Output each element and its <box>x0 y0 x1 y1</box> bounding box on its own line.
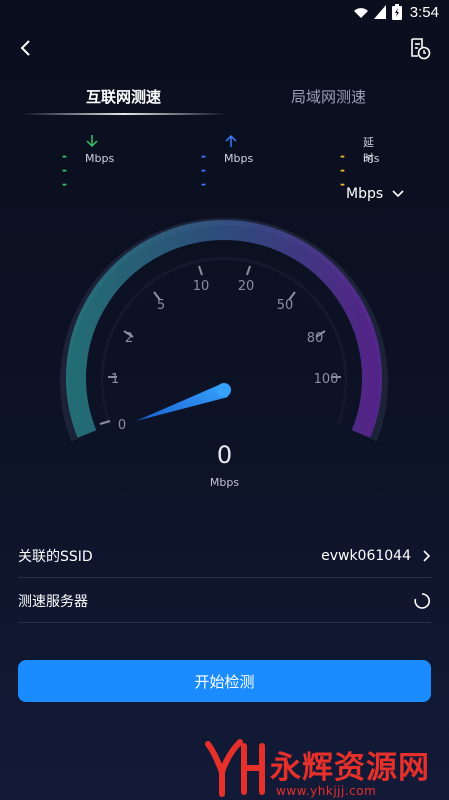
download-unit: Mbps <box>85 152 115 165</box>
watermark-url: www.yhkjjj.com <box>276 784 377 798</box>
chevron-right-icon <box>423 549 431 562</box>
current-speed-value: 0 <box>216 441 233 469</box>
chevron-left-icon <box>20 40 30 56</box>
server-row[interactable]: 测速服务器 <box>18 579 431 623</box>
latency-value: --- <box>340 149 345 191</box>
back-button[interactable] <box>14 36 38 60</box>
history-button[interactable] <box>409 38 433 62</box>
yh-logo-icon <box>205 739 265 797</box>
down-arrow-icon <box>86 135 98 148</box>
tab-lan-speed[interactable]: 局域网测速 <box>291 86 366 107</box>
chevron-down-icon <box>392 190 404 198</box>
tick-label: 2 <box>125 331 133 346</box>
watermark-text: 永辉资源网 <box>270 750 430 786</box>
battery-icon <box>391 4 402 20</box>
tick-label: 0 <box>118 418 126 433</box>
tick-label: 20 <box>238 279 255 294</box>
download-value: --- <box>62 149 67 191</box>
active-tab-indicator <box>22 113 226 115</box>
tick-label: 5 <box>157 298 165 313</box>
tick-label: 10 <box>193 279 210 294</box>
signal-icon <box>353 8 368 18</box>
current-speed-unit: Mbps <box>209 476 240 489</box>
gauge-arc <box>66 220 382 438</box>
up-arrow-icon <box>225 134 237 147</box>
upload-value: --- <box>201 149 206 191</box>
history-icon <box>411 38 431 60</box>
status-bar: 3:54 <box>0 0 449 24</box>
tick-label: 50 <box>277 298 294 313</box>
gauge-needle <box>136 383 231 421</box>
loading-spinner-icon <box>414 592 430 609</box>
tick-label: 80 <box>307 331 324 346</box>
tab-internet-speed[interactable]: 互联网测速 <box>86 86 161 107</box>
start-test-button[interactable]: 开始检测 <box>18 660 431 702</box>
upload-unit: Mbps <box>224 152 254 165</box>
watermark-logo: 永辉资源网 www.yhkjjj.com <box>196 738 449 800</box>
tick-label: 1 <box>111 372 119 387</box>
tick-label: 100 <box>314 372 339 387</box>
server-label: 测速服务器 <box>18 593 88 610</box>
ssid-value: evwk061044 <box>321 547 411 564</box>
status-time: 3:54 <box>409 3 439 21</box>
ssid-label: 关联的SSID <box>18 548 93 565</box>
ssid-row[interactable]: 关联的SSID evwk061044 <box>18 534 431 578</box>
latency-unit: ms <box>363 152 380 165</box>
speed-gauge: 0 1 2 5 10 20 50 80 100 <box>60 217 388 442</box>
cellular-icon <box>373 5 386 19</box>
